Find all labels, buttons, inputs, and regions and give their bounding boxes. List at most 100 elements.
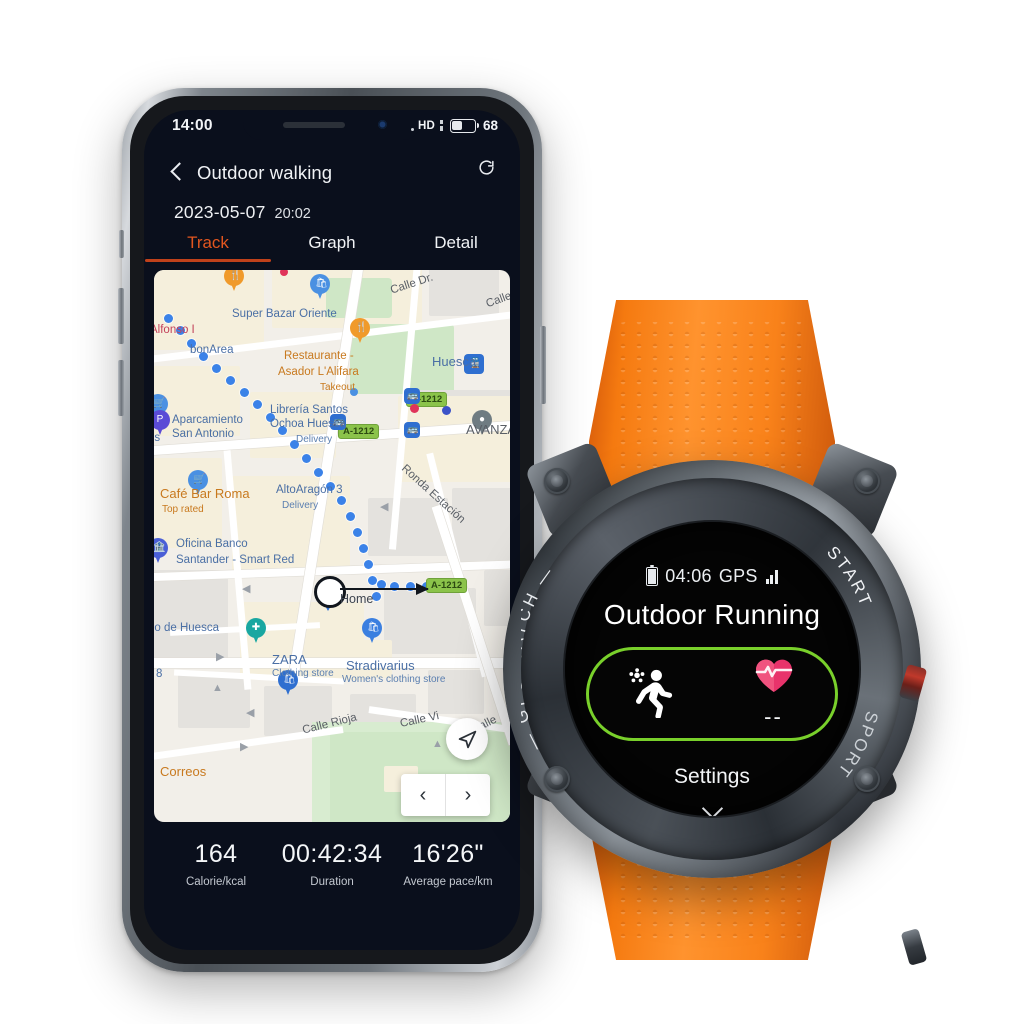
tab-track[interactable]: Track [146, 233, 270, 262]
map-label: Women's clothing store [342, 674, 446, 685]
map-label: Restaurante - [284, 350, 354, 362]
map-label: AltoAragón 3 [276, 484, 343, 496]
refresh-icon[interactable] [477, 158, 496, 177]
map-label: Café Bar Roma [160, 486, 250, 501]
map-label: ZARA [272, 652, 307, 667]
stat-value: 164 [194, 840, 238, 868]
map-label: Stradivarius [346, 658, 415, 673]
map-label: Super Bazar Oriente [232, 308, 337, 320]
map-view[interactable]: ◀ ◀ ◀ ▶ ▲ ◀ ▶ ▲ [154, 270, 510, 822]
map-label: Asador L'Alifara [278, 366, 359, 378]
map-label: Huesca [432, 354, 477, 369]
summary-stats: 164 Calorie/kcal 00:42:34 Duration 16'26… [144, 840, 520, 888]
app-header: Outdoor walking [144, 144, 520, 196]
map-label: San Antonio [172, 428, 235, 440]
watch-gps-label: GPS [718, 566, 758, 586]
watch-status-bar: 04:06 GPS [646, 564, 778, 587]
map-label: Delivery [296, 434, 333, 445]
heart-rate-icon [754, 658, 794, 699]
map-label: Takeout [320, 382, 356, 393]
map-label: Ochoa Huesca [270, 418, 347, 430]
settings-label[interactable]: Settings [674, 765, 750, 789]
map-label: os [154, 432, 161, 444]
map-prev-button[interactable]: ‹ [401, 774, 445, 816]
session-datetime: 2023-05-07 20:02 [144, 196, 520, 223]
running-person-icon [622, 666, 680, 723]
battery-fill [452, 121, 462, 130]
session-time: 20:02 [274, 206, 311, 222]
map-label: no de Huesca [154, 622, 219, 634]
metric-activity[interactable] [589, 666, 712, 723]
map-pin-restaurant[interactable]: 🍴 [224, 270, 244, 292]
case-screw [854, 766, 880, 792]
stat-value: 16'26" [412, 840, 484, 868]
watch-time: 04:06 [665, 566, 712, 586]
stat-duration: 00:42:34 Duration [274, 840, 390, 888]
stat-value: 00:42:34 [281, 840, 383, 868]
tab-bar: Track Graph Detail [144, 233, 520, 262]
battery-icon [449, 118, 479, 133]
signal-dot-icon [410, 128, 414, 131]
map-label: Aparcamiento [172, 414, 243, 426]
map-next-button[interactable]: › [445, 774, 490, 816]
map-label: bonArea [190, 344, 234, 356]
phone-device: 14:00 HD 68 Outdoor walking 2023-05-07 2… [118, 88, 546, 972]
stat-average-pace: 16'26" Average pace/km [390, 840, 506, 888]
map-pin-shop[interactable]: 🛍 [310, 274, 330, 300]
map-label: Clothing store [272, 668, 334, 679]
map-pin-bank[interactable]: 🏦 [154, 538, 168, 564]
watch-display[interactable]: 04:06 GPS Outdoor Running -- Settings [565, 522, 859, 816]
map-label: Oficina Banco [176, 538, 248, 550]
battery-percent-label: 68 [482, 118, 498, 133]
map-label: 8 [156, 668, 163, 680]
direction-arrow-icon [340, 583, 429, 595]
strap-texture [615, 322, 809, 474]
status-indicators: HD 68 [410, 118, 498, 133]
phone-volume-down-button[interactable] [118, 360, 124, 416]
case-screw [544, 468, 570, 494]
svg-text:— GPS WATCH —: — GPS WATCH — [521, 561, 559, 754]
watch-screen-title: Outdoor Running [603, 599, 821, 630]
status-bar: 14:00 HD 68 [144, 110, 520, 144]
map-pin-bus[interactable]: 🚌 [404, 422, 424, 448]
smartwatch-device: — GPS WATCH — START SPORT 04 [492, 300, 932, 966]
session-date: 2023-05-07 [174, 202, 266, 222]
map-pin-stradivarius[interactable]: 🛍 [362, 618, 382, 644]
map-label: Santander - Smart Red [176, 554, 295, 566]
map-label: Top rated [162, 504, 204, 515]
heart-rate-value: -- [764, 704, 783, 730]
tab-detail[interactable]: Detail [394, 233, 518, 262]
home-label: Home [340, 592, 374, 606]
chevron-left-icon[interactable] [166, 162, 188, 184]
watch-case: — GPS WATCH — START SPORT 04 [503, 460, 928, 966]
map-pin-pharmacy[interactable]: ✚ [246, 618, 266, 644]
map-label: Correos [160, 764, 207, 779]
watch-bezel: — GPS WATCH — START SPORT 04 [521, 478, 903, 860]
chevron-down-icon[interactable] [702, 799, 722, 816]
signal-bars-icon [765, 569, 778, 584]
tab-graph[interactable]: Graph [270, 233, 394, 262]
case-screw [544, 766, 570, 792]
map-pin-restaurant[interactable]: 🍴 [350, 318, 370, 344]
metric-heart-rate[interactable]: -- [712, 658, 835, 730]
map-label: Delivery [282, 500, 319, 511]
network-type-label: HD [417, 119, 435, 132]
phone-bezel: 14:00 HD 68 Outdoor walking 2023-05-07 2… [130, 96, 534, 964]
map-label: Librería Santos [270, 404, 348, 416]
battery-icon [646, 564, 659, 586]
navigation-arrow-icon[interactable] [446, 718, 488, 760]
watch-sport-button[interactable] [900, 928, 928, 966]
stat-label: Duration [310, 876, 354, 888]
map-pager: ‹ › [401, 774, 490, 816]
page-title: Outdoor walking [197, 162, 333, 183]
stat-calorie: 164 Calorie/kcal [158, 840, 274, 888]
signal-bars-icon [439, 120, 444, 131]
phone-screen: 14:00 HD 68 Outdoor walking 2023-05-07 2… [144, 110, 520, 950]
phone-silent-switch[interactable] [119, 230, 124, 258]
status-time: 14:00 [172, 117, 213, 134]
highway-shield: A-1212 [426, 578, 468, 593]
phone-volume-up-button[interactable] [118, 288, 124, 344]
activity-card[interactable]: -- [586, 647, 838, 742]
map-label: Alfonso I [154, 324, 195, 336]
case-screw [854, 468, 880, 494]
